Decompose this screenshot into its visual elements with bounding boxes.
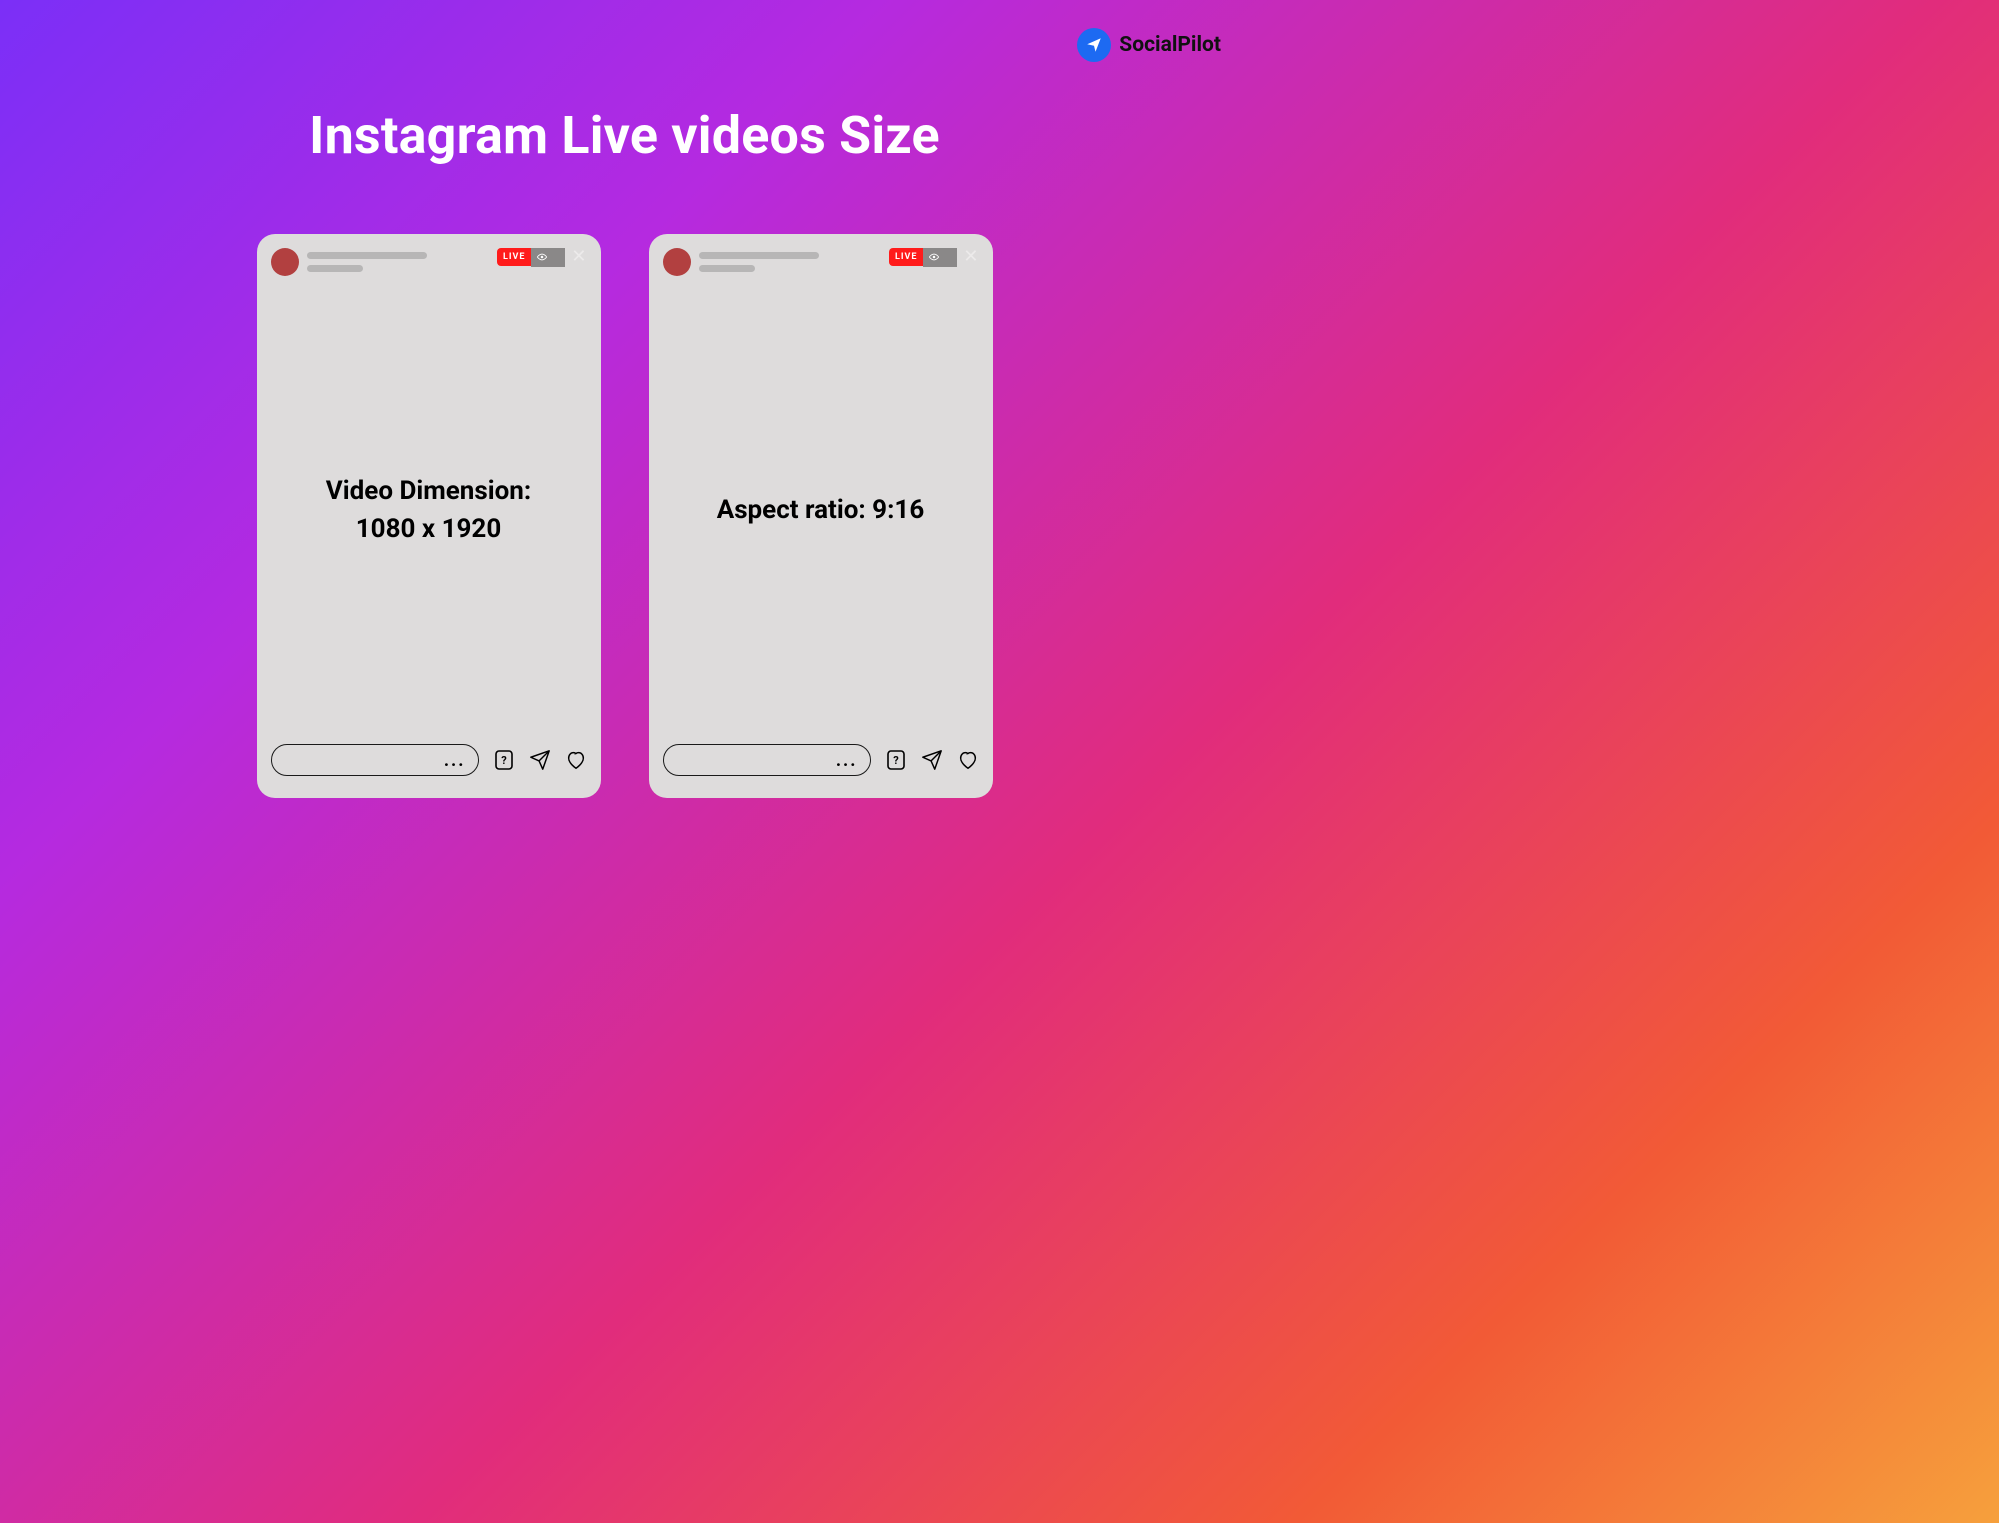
live-badge: LIVE	[497, 248, 531, 266]
viewer-count-badge	[531, 248, 565, 267]
cards-row: LIVE ✕ Video Dimension: 1080 x 1920 ...	[0, 234, 1249, 798]
send-icon	[529, 749, 551, 771]
brand-name: SocialPilot	[1119, 33, 1221, 57]
header-right: LIVE ✕	[497, 248, 587, 267]
brand-logo: SocialPilot	[1077, 28, 1221, 62]
question-icon: ?	[885, 749, 907, 771]
username-skeleton	[307, 248, 489, 272]
avatar	[271, 248, 299, 276]
phone-header: LIVE ✕	[663, 248, 979, 276]
phone-body: Video Dimension: 1080 x 1920	[271, 276, 587, 744]
heart-icon	[565, 749, 587, 771]
heart-icon	[957, 749, 979, 771]
phone-footer: ... ?	[663, 744, 979, 786]
phone-mock-dimension: LIVE ✕ Video Dimension: 1080 x 1920 ...	[257, 234, 601, 798]
phone-footer: ... ?	[271, 744, 587, 786]
comment-input: ...	[663, 744, 871, 776]
phone-body: Aspect ratio: 9:16	[663, 276, 979, 744]
header-right: LIVE ✕	[889, 248, 979, 267]
svg-text:?: ?	[893, 754, 899, 767]
comment-input: ...	[271, 744, 479, 776]
ellipsis-icon: ...	[444, 750, 466, 771]
avatar	[663, 248, 691, 276]
dimension-label: Video Dimension:	[326, 476, 531, 506]
viewer-count-badge	[923, 248, 957, 267]
phone-header: LIVE ✕	[271, 248, 587, 276]
phone-mock-aspect: LIVE ✕ Aspect ratio: 9:16 ...	[649, 234, 993, 798]
live-badge: LIVE	[889, 248, 923, 266]
close-icon: ✕	[571, 248, 586, 266]
eye-icon	[537, 252, 547, 262]
aspect-ratio-label: Aspect ratio: 9:16	[717, 495, 925, 525]
paper-plane-icon	[1077, 28, 1111, 62]
question-icon: ?	[493, 749, 515, 771]
eye-icon	[929, 252, 939, 262]
dimension-value: 1080 x 1920	[356, 514, 502, 544]
svg-text:?: ?	[501, 754, 507, 767]
page-title: Instagram Live videos Size	[0, 105, 1249, 166]
send-icon	[921, 749, 943, 771]
ellipsis-icon: ...	[836, 750, 858, 771]
infographic-canvas: SocialPilot Instagram Live videos Size L…	[0, 0, 1249, 951]
close-icon: ✕	[963, 248, 978, 266]
username-skeleton	[699, 248, 881, 272]
